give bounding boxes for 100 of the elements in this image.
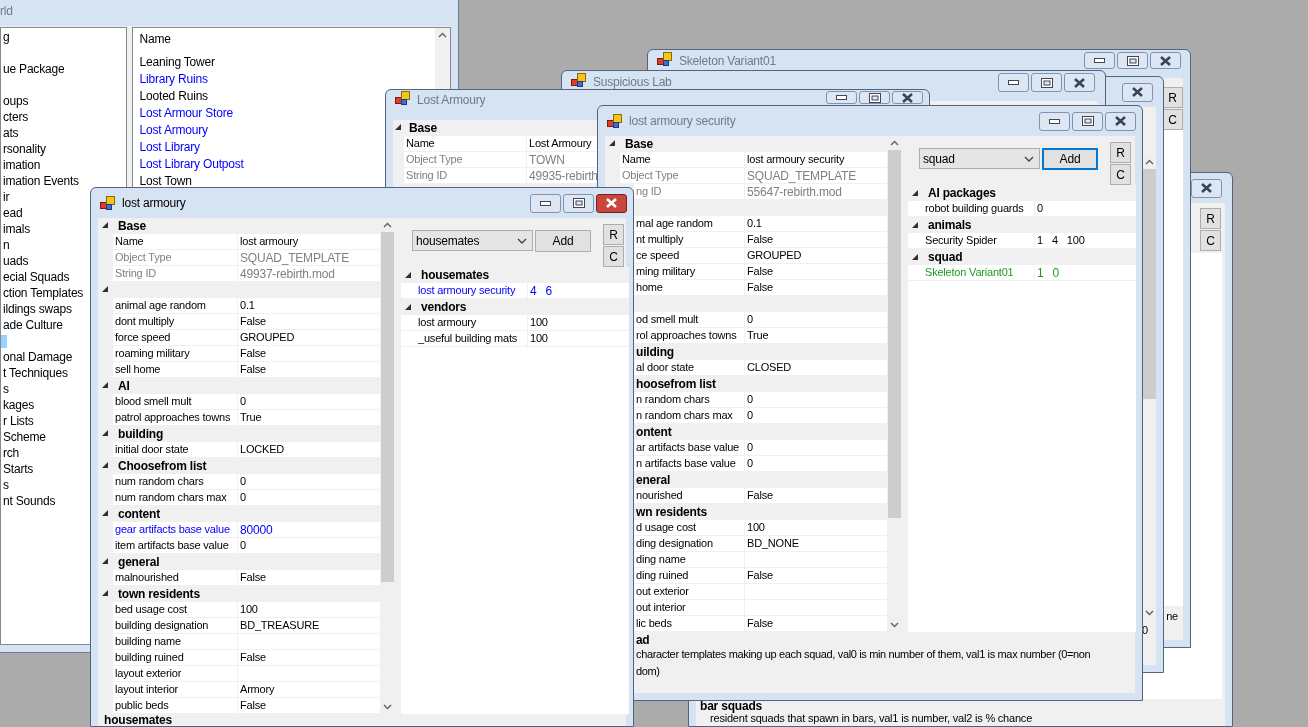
tree-item[interactable]: ildings swaps: [1, 300, 72, 318]
list-item[interactable]: Lost Town: [139, 171, 192, 190]
side-button[interactable]: C: [1162, 109, 1183, 130]
tree-item[interactable]: ction Templates: [1, 284, 84, 302]
property-label: bed usage cost: [113, 602, 237, 617]
tree-item[interactable]: s: [1, 476, 9, 494]
close-icon: [1114, 116, 1127, 126]
side-button[interactable]: R: [603, 224, 624, 245]
tree-item[interactable]: t Techniques: [1, 364, 68, 382]
minimize-button[interactable]: [530, 193, 561, 213]
maximize-icon: [868, 92, 881, 103]
close-button[interactable]: [1122, 82, 1153, 102]
property-value: 0: [744, 312, 887, 327]
dropdown[interactable]: squad: [919, 148, 1040, 169]
close-button[interactable]: [1064, 73, 1095, 92]
tree-item[interactable]: ead: [1, 204, 23, 222]
column-header[interactable]: Name: [139, 30, 171, 48]
list-label: robot building guards: [924, 201, 1025, 216]
property-label: out exterior: [634, 584, 744, 599]
tree-item[interactable]: nt Sounds: [1, 492, 56, 510]
side-button[interactable]: C: [1200, 230, 1221, 251]
tree-item[interactable]: g: [1, 28, 10, 46]
list-label: lost armoury: [417, 315, 478, 330]
scroll-thumb[interactable]: [888, 150, 901, 518]
minimize-button[interactable]: [1084, 52, 1115, 69]
close-icon: [901, 92, 914, 103]
tree-item[interactable]: Starts: [1, 460, 34, 478]
tree-item[interactable]: ir: [1, 188, 10, 206]
tree-item[interactable]: ats: [1, 124, 19, 142]
description-title: ad: [636, 634, 651, 646]
list-item[interactable]: Looted Ruins: [139, 86, 208, 105]
property-label: lic beds: [634, 616, 744, 631]
list-item[interactable]: Lost Library: [139, 137, 200, 156]
list-value: 100: [530, 315, 548, 331]
section-header: uilding: [635, 343, 674, 361]
triangle-icon: [102, 462, 109, 469]
tree-item[interactable]: cters: [1, 108, 28, 126]
minimize-button[interactable]: [826, 91, 857, 104]
triangle-icon: [609, 140, 616, 147]
list-item[interactable]: Lost Armoury: [139, 120, 208, 139]
property-label: building ruined: [113, 650, 237, 665]
tree-item[interactable]: s: [1, 380, 9, 398]
maximize-button[interactable]: [1117, 52, 1148, 69]
selection-highlight: [1, 334, 7, 348]
close-button[interactable]: [596, 193, 627, 213]
tree-item[interactable]: rsonality: [1, 140, 46, 158]
tree-item[interactable]: n: [1, 236, 10, 254]
tree-item[interactable]: r Lists: [1, 412, 34, 430]
close-button[interactable]: [892, 91, 923, 104]
add-button[interactable]: Add: [535, 230, 591, 252]
section-header: animals: [927, 217, 972, 234]
property-label: od smell mult: [634, 312, 744, 327]
side-button[interactable]: R: [1162, 87, 1183, 108]
maximize-button[interactable]: [1031, 73, 1062, 92]
tree-item[interactable]: imation: [1, 156, 41, 174]
list-value: 4: [530, 282, 537, 300]
dropdown[interactable]: housemates: [412, 230, 533, 251]
tree-item[interactable]: imation Events: [1, 172, 79, 190]
property-value: 0: [744, 456, 887, 471]
chevron-down-icon: [1024, 155, 1034, 162]
tree-item[interactable]: Scheme: [1, 428, 46, 446]
side-button[interactable]: R: [1110, 142, 1131, 163]
close-button[interactable]: [1191, 178, 1222, 198]
list-item[interactable]: Library Ruins: [139, 69, 208, 88]
tree-item[interactable]: uads: [1, 252, 29, 270]
tree-item[interactable]: ade Culture: [1, 316, 63, 334]
minimize-button[interactable]: [998, 73, 1029, 92]
list-item[interactable]: Leaning Tower: [139, 52, 215, 71]
close-button[interactable]: [1150, 52, 1181, 69]
property-label: roaming military: [113, 346, 237, 361]
list-item[interactable]: Lost Armour Store: [139, 103, 233, 122]
minimize-button[interactable]: [1039, 111, 1070, 131]
property-value: False: [237, 362, 380, 377]
tree-item[interactable]: imals: [1, 220, 30, 238]
section-header: hoosefrom list: [635, 375, 716, 393]
scroll-thumb[interactable]: [381, 232, 394, 582]
maximize-button[interactable]: [859, 91, 890, 104]
property-label: Name: [404, 136, 526, 151]
tree-item[interactable]: oups: [1, 92, 29, 110]
tree-item[interactable]: ecial Squads: [1, 268, 70, 286]
property-value: False: [744, 616, 887, 631]
add-button[interactable]: Add: [1042, 148, 1098, 170]
triangle-icon: [102, 590, 109, 597]
tree-item[interactable]: kages: [1, 396, 35, 414]
section-header: eneral: [635, 471, 671, 489]
triangle-icon: [102, 558, 109, 565]
section-header: squad: [927, 249, 963, 266]
window-title: Suspicious Lab: [593, 74, 672, 91]
tree-item[interactable]: rch: [1, 444, 20, 462]
property-label: building name: [113, 634, 237, 649]
side-button[interactable]: C: [603, 246, 624, 267]
property-value: 80000: [237, 522, 380, 537]
maximize-button[interactable]: [563, 193, 594, 213]
side-button[interactable]: R: [1200, 208, 1221, 229]
close-button[interactable]: [1105, 111, 1136, 131]
tree-item[interactable]: onal Damage: [1, 348, 73, 366]
side-button[interactable]: C: [1110, 164, 1131, 185]
list-item[interactable]: Lost Library Outpost: [139, 154, 244, 173]
tree-item[interactable]: ue Package: [1, 60, 65, 78]
maximize-button[interactable]: [1072, 111, 1103, 131]
